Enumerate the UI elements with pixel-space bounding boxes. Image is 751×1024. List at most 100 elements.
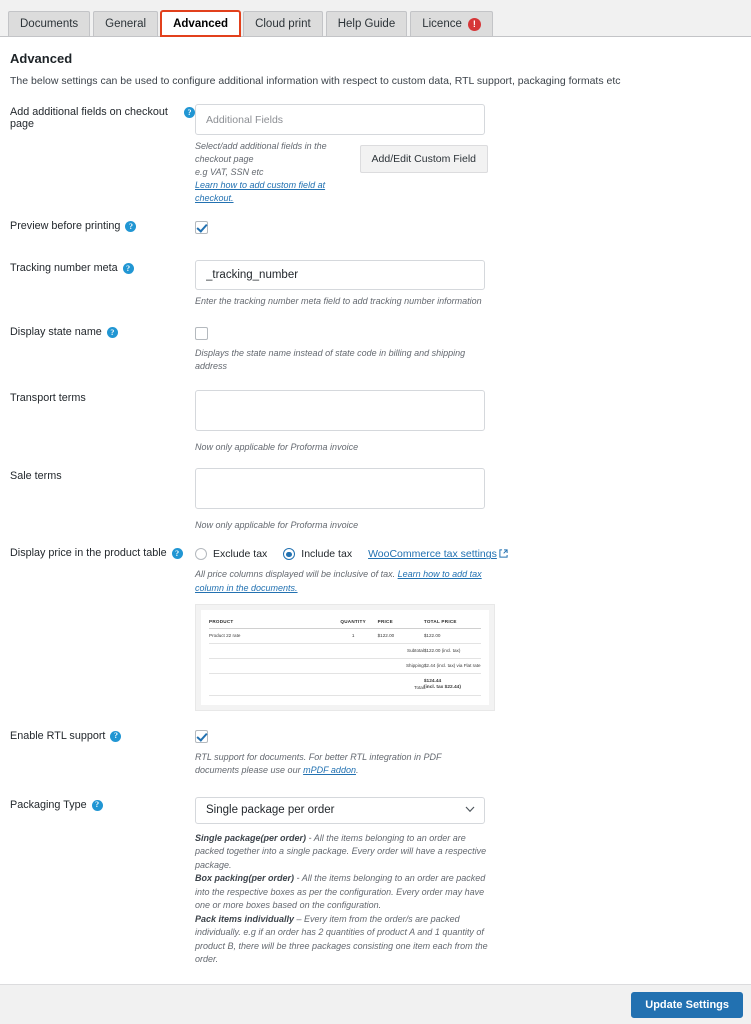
row-preview-before-printing: Preview before printing ? xyxy=(0,218,751,236)
label-text: Enable RTL support xyxy=(10,729,106,742)
total-amount: $124.44 xyxy=(423,678,442,684)
tab-label: Advanced xyxy=(173,17,229,30)
row-display-state-name: Display state name ? Displays the state … xyxy=(0,324,751,373)
rtl-support-checkbox[interactable] xyxy=(195,729,208,743)
pack-term-individual: Pack items individually xyxy=(195,913,295,924)
preview-before-printing-checkbox[interactable] xyxy=(195,220,208,234)
sale-terms-textarea[interactable] xyxy=(195,468,485,510)
settings-tab-bar: Documents General Advanced Cloud print H… xyxy=(0,0,751,37)
help-icon[interactable]: ? xyxy=(91,799,103,811)
header-product: PRODUCT xyxy=(209,616,329,629)
packaging-type-description: Single package(per order) - All the item… xyxy=(195,832,488,967)
tab-general[interactable]: General xyxy=(93,11,159,36)
shipping-value: $2.44 (incl. tax) via Flat rate xyxy=(423,658,481,674)
custom-field-help-link[interactable]: Learn how to add custom field at checkou… xyxy=(195,180,325,203)
help-icon[interactable]: ? xyxy=(110,730,122,742)
label-preview-before-printing: Preview before printing ? xyxy=(10,218,195,236)
subtotal-row: Subtotal $122.00 (incl. tax) xyxy=(209,643,481,659)
preview-table: PRODUCT QUANTITY PRICE TOTAL PRICE Produ… xyxy=(209,616,481,696)
update-settings-button[interactable]: Update Settings xyxy=(631,992,743,1018)
label-display-state-name: Display state name ? xyxy=(10,324,195,373)
packaging-type-selected-value: Single package per order xyxy=(206,804,335,817)
help-icon[interactable]: ? xyxy=(106,327,118,339)
label-display-price: Display price in the product table ? xyxy=(10,545,195,710)
tab-cloud-print[interactable]: Cloud print xyxy=(243,11,323,36)
add-edit-custom-field-button[interactable]: Add/Edit Custom Field xyxy=(359,145,488,173)
subtotal-value: $122.00 (incl. tax) xyxy=(423,643,481,659)
tab-label: Help Guide xyxy=(337,17,396,30)
cell-product: Product 22 rate xyxy=(209,628,329,644)
label-text: Preview before printing xyxy=(10,220,121,233)
table-row: Product 22 rate 1 $122.00 $122.00 xyxy=(209,628,481,644)
label-text: Add additional fields on checkout page xyxy=(10,106,168,130)
hint-line-2: e.g VAT, SSN etc xyxy=(195,167,264,178)
row-rtl-support: Enable RTL support ? RTL support for doc… xyxy=(0,728,751,777)
help-icon[interactable]: ? xyxy=(122,263,134,275)
row-packaging-type: Packaging Type ? Single package per orde… xyxy=(0,796,751,967)
page-footer: Update Settings xyxy=(0,984,751,1024)
tab-label: Cloud print xyxy=(255,17,311,30)
help-icon[interactable]: ? xyxy=(125,221,137,233)
hint-text-part2: . xyxy=(355,764,359,775)
row-sale-terms: Sale terms Now only applicable for Profo… xyxy=(0,468,751,532)
pack-term-single: Single package(per order) xyxy=(195,832,307,843)
cell-quantity: 1 xyxy=(328,628,378,644)
mpdf-addon-link[interactable]: mPDF addon xyxy=(303,765,356,775)
shipping-row: Shipping $2.44 (incl. tax) via Flat rate xyxy=(209,658,481,674)
display-price-radio-group: Exclude tax Include tax WooCommerce tax … xyxy=(195,545,741,563)
label-text: Transport terms xyxy=(10,392,86,405)
tracking-number-meta-input[interactable] xyxy=(195,260,485,291)
page-description: The below settings can be used to config… xyxy=(10,75,621,87)
row-additional-fields: Add additional fields on checkout page ?… xyxy=(0,104,751,205)
sale-terms-hint: Now only applicable for Proforma invoice xyxy=(195,520,359,531)
display-state-name-hint: Displays the state name instead of state… xyxy=(195,348,466,372)
page-title: Advanced xyxy=(10,51,73,66)
tab-label: Documents xyxy=(20,17,79,30)
tab-label: Licence xyxy=(422,17,462,30)
header-price: PRICE xyxy=(377,616,424,629)
subtotal-label: Subtotal xyxy=(209,643,424,659)
include-tax-radio[interactable] xyxy=(283,548,296,561)
display-price-hint: All price columns displayed will be incl… xyxy=(195,568,487,594)
settings-content-panel: Advanced The below settings can be used … xyxy=(0,36,751,984)
transport-terms-textarea[interactable] xyxy=(195,390,485,432)
packaging-type-select[interactable]: Single package per order xyxy=(195,796,485,824)
label-packaging-type: Packaging Type ? xyxy=(10,797,195,967)
exclude-tax-label[interactable]: Exclude tax xyxy=(213,548,267,560)
total-row: Total $124.44 (incl. tax $22.44) xyxy=(209,672,481,696)
label-text: Display price in the product table xyxy=(10,547,167,560)
advanced-settings-page: Documents General Advanced Cloud print H… xyxy=(0,0,751,1024)
include-tax-label[interactable]: Include tax xyxy=(301,548,352,560)
tab-advanced[interactable]: Advanced xyxy=(160,10,242,37)
hint-text: All price columns displayed will be incl… xyxy=(195,569,396,580)
tab-label: General xyxy=(105,17,147,30)
woocommerce-tax-settings-link[interactable]: WooCommerce tax settings xyxy=(368,548,497,560)
label-tracking-number-meta: Tracking number meta ? xyxy=(10,260,195,308)
display-state-name-checkbox[interactable] xyxy=(195,326,208,340)
help-icon[interactable]: ? xyxy=(184,107,195,118)
label-text: Packaging Type xyxy=(10,798,87,811)
help-icon[interactable]: ? xyxy=(171,548,183,560)
row-transport-terms: Transport terms Now only applicable for … xyxy=(0,390,751,454)
total-value: $124.44 (incl. tax $22.44) xyxy=(423,672,481,696)
additional-fields-input[interactable] xyxy=(195,104,485,135)
header-total-price: TOTAL PRICE xyxy=(423,616,481,629)
tab-help-guide[interactable]: Help Guide xyxy=(325,11,408,36)
chevron-down-icon xyxy=(465,804,475,816)
label-sale-terms: Sale terms xyxy=(10,468,195,532)
header-quantity: QUANTITY xyxy=(328,616,378,629)
row-display-price: Display price in the product table ? Exc… xyxy=(0,545,751,711)
alert-icon: ! xyxy=(467,17,481,31)
exclude-tax-radio[interactable] xyxy=(195,548,207,561)
label-text: Sale terms xyxy=(10,470,62,483)
tab-licence[interactable]: Licence ! xyxy=(410,11,493,36)
pack-term-box: Box packing(per order) xyxy=(195,873,295,884)
label-text: Tracking number meta xyxy=(10,262,118,275)
transport-terms-hint: Now only applicable for Proforma invoice xyxy=(195,442,359,453)
tab-documents[interactable]: Documents xyxy=(8,11,91,36)
additional-fields-hint: Select/add additional fields in the chec… xyxy=(195,140,360,205)
row-tracking-number-meta: Tracking number meta ? Enter the trackin… xyxy=(0,260,751,308)
tracking-number-meta-hint: Enter the tracking number meta field to … xyxy=(195,296,482,307)
external-link-icon xyxy=(499,545,508,563)
hint-line-1: Select/add additional fields in the chec… xyxy=(195,141,327,165)
